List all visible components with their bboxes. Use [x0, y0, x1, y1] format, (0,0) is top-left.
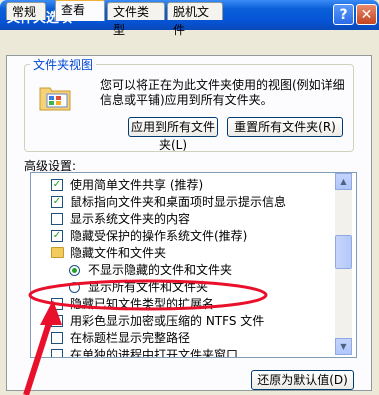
- list-item-label: 隐藏已知文件类型的扩展名: [70, 297, 215, 311]
- list-item[interactable]: 用彩色显示加密或压缩的 NTFS 文件: [31, 313, 336, 330]
- checkbox[interactable]: [51, 298, 63, 310]
- folder-icon: [51, 247, 64, 258]
- list-item[interactable]: 在单独的进程中打开文件夹窗口: [31, 347, 336, 358]
- checkbox[interactable]: ✓: [51, 230, 63, 242]
- list-item[interactable]: 隐藏已知文件类型的扩展名: [31, 296, 336, 313]
- list-item-label: 隐藏受保护的操作系统文件(推荐): [70, 229, 248, 243]
- tab-offline-files[interactable]: 脱机文件: [167, 2, 223, 37]
- radio-button[interactable]: [69, 265, 80, 276]
- checkbox[interactable]: [51, 213, 63, 225]
- list-item[interactable]: ✓ 鼠标指向文件夹和桌面项时显示提示信息: [31, 194, 336, 211]
- folder-views-description: 您可以将正在为此文件夹使用的视图(例如详细信息或平铺)应用到所有文件夹。: [100, 78, 345, 107]
- folder-view-icon: [39, 87, 71, 111]
- radio-button[interactable]: [69, 282, 80, 293]
- scrollbar[interactable]: ▲ ▼: [335, 173, 352, 355]
- list-item: 隐藏文件和文件夹: [31, 245, 336, 262]
- checkbox[interactable]: ✓: [51, 196, 63, 208]
- list-item[interactable]: 在标题栏显示完整路径: [31, 330, 336, 347]
- list-item-label: 显示系统文件夹的内容: [70, 212, 191, 226]
- list-item[interactable]: ✓ 隐藏受保护的操作系统文件(推荐): [31, 228, 336, 245]
- advanced-settings-list: ✓ 使用简单文件共享 (推荐) ✓ 鼠标指向文件夹和桌面项时显示提示信息 显示系…: [30, 172, 357, 358]
- list-item[interactable]: 显示系统文件夹的内容: [31, 211, 336, 228]
- close-button[interactable]: ✕: [356, 4, 377, 25]
- restore-defaults-button[interactable]: 还原为默认值(D): [251, 370, 354, 390]
- checkbox[interactable]: ✓: [51, 179, 63, 191]
- tab-view[interactable]: 查看: [55, 0, 105, 21]
- list-item-label: 在标题栏显示完整路径: [70, 331, 191, 345]
- list-item-label: 鼠标指向文件夹和桌面项时显示提示信息: [70, 195, 287, 209]
- list-item-label: 隐藏文件和文件夹: [70, 246, 167, 260]
- checkbox[interactable]: [51, 349, 63, 357]
- list-item-label: 不显示隐藏的文件和文件夹: [88, 263, 233, 277]
- scroll-up-icon[interactable]: ▲: [335, 173, 352, 190]
- folder-views-legend: 文件夹视图: [30, 56, 97, 73]
- list-item-label: 用彩色显示加密或压缩的 NTFS 文件: [70, 314, 265, 328]
- tab-file-types[interactable]: 文件类型: [107, 2, 165, 37]
- list-item-label: 在单独的进程中打开文件夹窗口: [70, 348, 239, 358]
- list-item-label: 使用简单文件共享 (推荐): [70, 178, 204, 192]
- list-item[interactable]: 显示所有文件和文件夹: [31, 279, 336, 296]
- apply-to-all-folders-button[interactable]: 应用到所有文件夹(L): [128, 117, 218, 152]
- tab-general[interactable]: 常规: [6, 2, 46, 20]
- checkbox[interactable]: [51, 315, 63, 327]
- list-item[interactable]: ✓ 使用简单文件共享 (推荐): [31, 177, 336, 194]
- list-item[interactable]: 不显示隐藏的文件和文件夹: [31, 262, 336, 279]
- reset-all-folders-button[interactable]: 重置所有文件夹(R): [227, 117, 343, 137]
- scroll-thumb[interactable]: [335, 235, 352, 269]
- checkbox[interactable]: [51, 332, 63, 344]
- help-button[interactable]: ?: [333, 4, 354, 25]
- list-item-label: 显示所有文件和文件夹: [88, 280, 209, 294]
- scroll-down-icon[interactable]: ▼: [335, 338, 352, 355]
